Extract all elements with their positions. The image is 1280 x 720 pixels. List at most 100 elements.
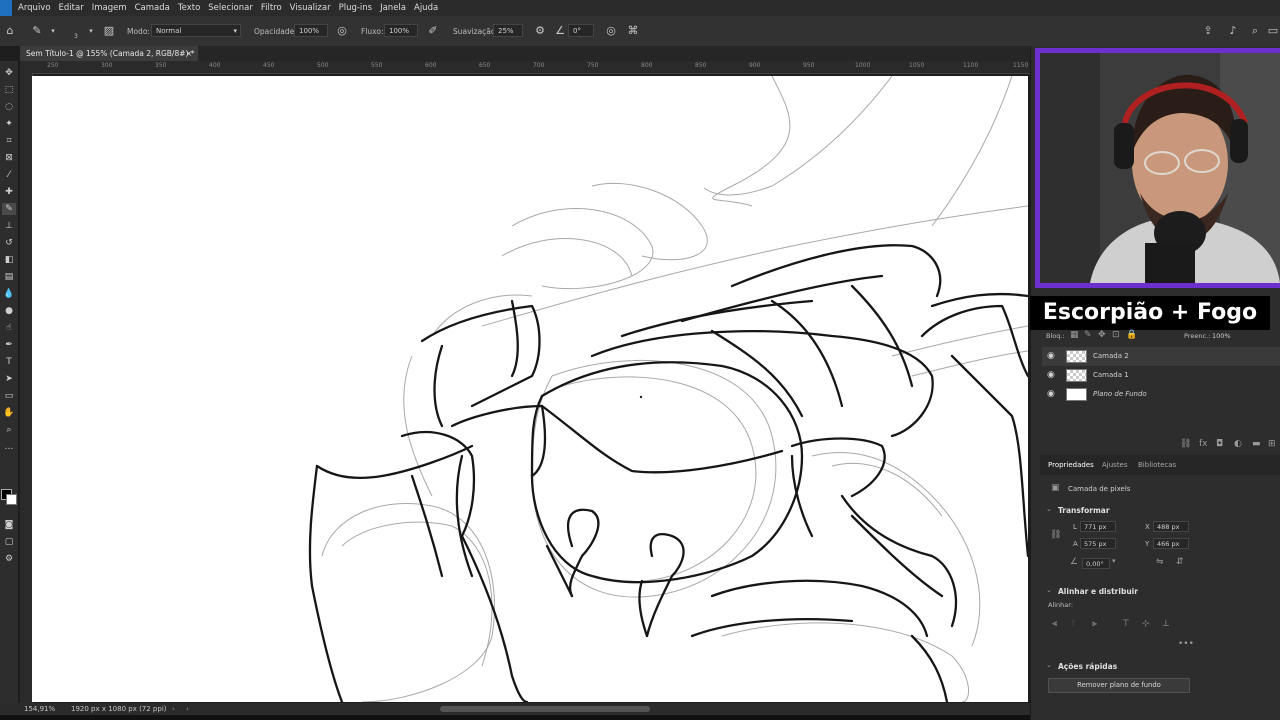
pen-tool-icon[interactable]: ✒: [2, 339, 16, 351]
more-options-icon[interactable]: •••: [1178, 639, 1194, 649]
lock-artboard-icon[interactable]: ⊡: [1112, 330, 1120, 340]
menu-janela[interactable]: Janela: [376, 0, 410, 16]
remove-background-button[interactable]: Remover plano de fundo: [1048, 678, 1190, 693]
tab-propriedades[interactable]: Propriedades: [1048, 461, 1094, 469]
pressure-size-icon[interactable]: ◎: [604, 24, 618, 38]
y-field[interactable]: 466 px: [1153, 538, 1189, 549]
chevron-down-icon[interactable]: ▾: [84, 24, 98, 38]
fill-value[interactable]: 100%: [1212, 332, 1231, 340]
lock-all-icon[interactable]: 🔒: [1126, 330, 1137, 340]
menu-imagem[interactable]: Imagem: [88, 0, 131, 16]
angle-field[interactable]: 0°: [568, 24, 594, 37]
eraser-icon[interactable]: ◧: [2, 254, 16, 266]
smoothing-field[interactable]: 25%: [493, 24, 523, 37]
dodge-icon[interactable]: ●: [2, 305, 16, 317]
flip-horizontal-icon[interactable]: ⇋: [1156, 557, 1164, 567]
new-layer-icon[interactable]: ⊞: [1268, 439, 1276, 449]
brush-panel-icon[interactable]: ▨: [102, 24, 116, 38]
more-tools-icon[interactable]: …: [2, 441, 16, 453]
mode-select[interactable]: Normal ▾: [151, 24, 241, 37]
add-mask-icon[interactable]: ◘: [1216, 439, 1223, 449]
gear-icon[interactable]: ⚙: [533, 24, 547, 38]
rectangle-tool-icon[interactable]: ▭: [2, 390, 16, 402]
chevron-down-icon[interactable]: ⌄: [1046, 586, 1052, 594]
chevron-down-icon[interactable]: ▾: [46, 24, 60, 38]
workspace-icon[interactable]: ▭: [1266, 24, 1280, 38]
chevron-down-icon[interactable]: ⌄: [1046, 661, 1052, 669]
extra-tools-icon[interactable]: ⚙: [2, 553, 16, 565]
align-right-icon[interactable]: ⫸: [1092, 619, 1097, 629]
new-group-icon[interactable]: ▬: [1252, 439, 1261, 449]
layer-row[interactable]: ◉ Plano de Fundo: [1042, 385, 1280, 404]
align-middle-v-icon[interactable]: ⊹: [1142, 619, 1150, 629]
layer-row[interactable]: ◉ Camada 1: [1042, 366, 1280, 385]
angle-field[interactable]: 0,00°: [1082, 558, 1110, 569]
airbrush-icon[interactable]: ✐: [426, 24, 440, 38]
scroll-left-icon[interactable]: ‹: [186, 703, 189, 715]
eyedropper-icon[interactable]: ⁄: [2, 169, 16, 181]
chevron-down-icon[interactable]: ▾: [1112, 557, 1116, 565]
bell-icon[interactable]: ♪: [1226, 24, 1240, 38]
history-brush-icon[interactable]: ↺: [2, 237, 16, 249]
menu-editar[interactable]: Editar: [55, 0, 88, 16]
align-center-h-icon[interactable]: ⫶: [1072, 619, 1074, 629]
align-left-icon[interactable]: ⫷: [1052, 619, 1057, 629]
drawing-canvas[interactable]: [32, 76, 1028, 702]
quick-actions-title[interactable]: Ações rápidas: [1058, 662, 1117, 671]
menu-texto[interactable]: Texto: [174, 0, 204, 16]
quick-mask-icon[interactable]: ◙: [2, 519, 16, 531]
smudge-icon[interactable]: ☝: [2, 322, 16, 334]
align-section-title[interactable]: Alinhar e distribuir: [1058, 587, 1138, 596]
healing-brush-icon[interactable]: ✚: [2, 186, 16, 198]
menu-plugins[interactable]: Plug-ins: [335, 0, 377, 16]
symmetry-icon[interactable]: ⌘: [626, 24, 640, 38]
pressure-opacity-icon[interactable]: ◎: [335, 24, 349, 38]
align-bottom-icon[interactable]: ⊥: [1162, 619, 1170, 629]
fx-icon[interactable]: fx: [1199, 439, 1208, 449]
menu-camada[interactable]: Camada: [131, 0, 174, 16]
tab-ajustes[interactable]: Ajustes: [1102, 461, 1128, 469]
align-top-icon[interactable]: ⊤: [1122, 619, 1130, 629]
menu-selecionar[interactable]: Selecionar: [204, 0, 257, 16]
chevron-right-icon[interactable]: ›: [172, 703, 175, 715]
menu-arquivo[interactable]: Arquivo: [14, 0, 55, 16]
brush-size-value[interactable]: 3: [74, 33, 78, 40]
tab-bibliotecas[interactable]: Bibliotecas: [1138, 461, 1176, 469]
hand-tool-icon[interactable]: ✋: [2, 407, 16, 419]
document-tab[interactable]: Sem Título-1 @ 155% (Camada 2, RGB/8#) *…: [20, 46, 198, 61]
chevron-down-icon[interactable]: ⌄: [1046, 505, 1052, 513]
brush-tool-icon[interactable]: ✎: [2, 203, 16, 215]
brush-tool-icon[interactable]: ✎: [30, 24, 44, 38]
menu-ajuda[interactable]: Ajuda: [410, 0, 442, 16]
lock-paint-icon[interactable]: ✎: [1084, 330, 1092, 340]
height-field[interactable]: 575 px: [1080, 538, 1116, 549]
layer-row[interactable]: ◉ Camada 2: [1042, 347, 1280, 366]
frame-tool-icon[interactable]: ⊠: [2, 152, 16, 164]
zoom-level[interactable]: 154,91%: [24, 703, 55, 715]
screen-mode-icon[interactable]: ▢: [2, 536, 16, 548]
marquee-tool-icon[interactable]: ⬚: [2, 84, 16, 96]
eye-icon[interactable]: ◉: [1047, 385, 1055, 404]
search-icon[interactable]: ⌕: [1248, 24, 1262, 38]
background-color-swatch[interactable]: [6, 494, 17, 505]
opacity-field[interactable]: 100%: [294, 24, 328, 37]
close-icon[interactable]: ×: [186, 46, 192, 61]
menu-filtro[interactable]: Filtro: [257, 0, 286, 16]
home-icon[interactable]: ⌂: [3, 24, 17, 38]
blur-icon[interactable]: 💧: [2, 288, 16, 300]
menu-visualizar[interactable]: Visualizar: [286, 0, 335, 16]
transform-section-title[interactable]: Transformar: [1058, 506, 1110, 515]
adjustment-layer-icon[interactable]: ◐: [1234, 439, 1242, 449]
zoom-tool-icon[interactable]: ⌕: [2, 424, 16, 436]
x-field[interactable]: 488 px: [1153, 521, 1189, 532]
document-info[interactable]: 1920 px x 1080 px (72 ppi): [71, 703, 167, 715]
magic-wand-icon[interactable]: ✦: [2, 118, 16, 130]
eye-icon[interactable]: ◉: [1047, 347, 1055, 366]
stamp-tool-icon[interactable]: ⊥: [2, 220, 16, 232]
eye-icon[interactable]: ◉: [1047, 366, 1055, 385]
lock-pixels-icon[interactable]: ▦: [1070, 330, 1079, 340]
horizontal-scrollbar[interactable]: [440, 706, 650, 712]
type-tool-icon[interactable]: T: [2, 356, 16, 368]
lasso-tool-icon[interactable]: ◌: [2, 101, 16, 113]
share-icon[interactable]: ⇪: [1201, 24, 1215, 38]
